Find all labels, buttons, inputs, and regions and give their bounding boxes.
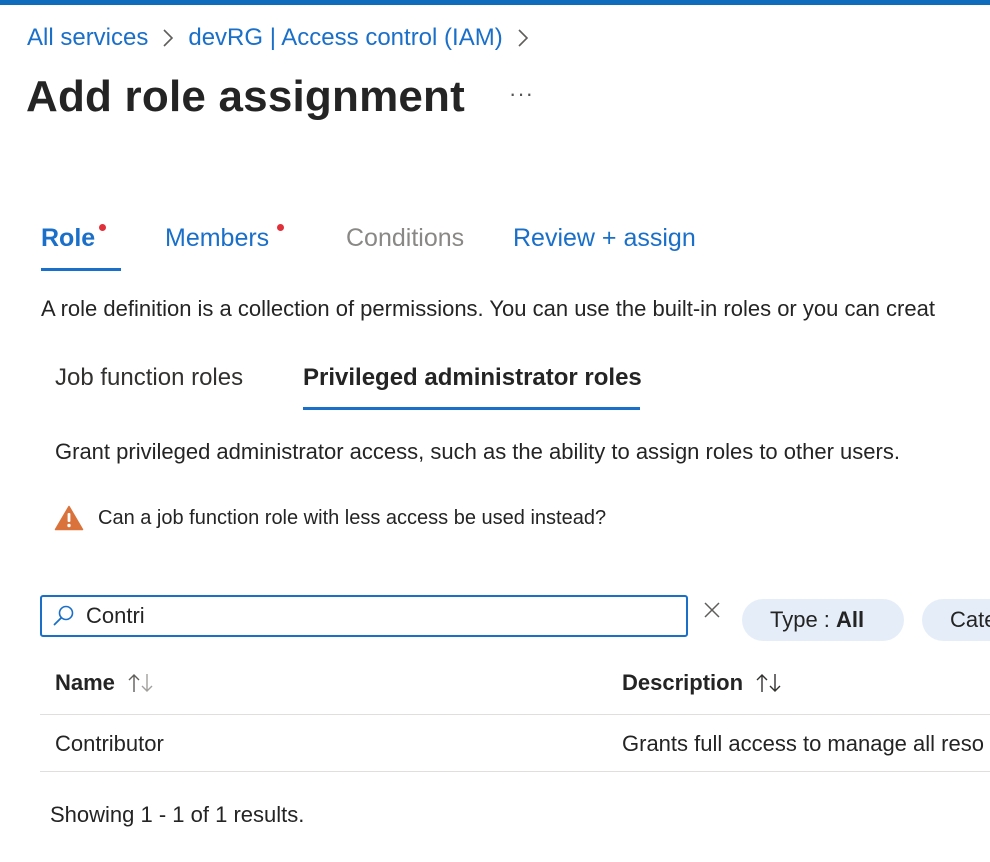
sort-icon [755,672,785,694]
results-count: Showing 1 - 1 of 1 results. [50,802,305,827]
column-header-name-label: Name [55,670,115,695]
tab-role[interactable]: Role [41,224,106,253]
roles-table-header: Name Description [40,662,990,715]
role-definition-intro: A role definition is a collection of per… [41,296,935,321]
warning-icon [54,505,84,531]
column-header-name[interactable]: Name [55,670,157,696]
required-dot [277,224,284,231]
clear-search-icon[interactable] [702,600,722,625]
type-filter-value: All [836,607,865,632]
wizard-tabs: Role Members Conditions Review + assign [41,224,741,274]
table-row[interactable]: Contributor Grants full access to manage… [40,715,990,772]
role-search-box[interactable] [40,595,688,637]
chevron-right-icon [162,28,174,48]
column-header-description-label: Description [622,670,744,695]
tab-members-label: Members [165,224,270,252]
breadcrumb-devrg-iam[interactable]: devRG | Access control (IAM) [188,24,502,52]
type-filter-label: Type : [770,607,837,632]
warning-message: Can a job function role with less access… [54,505,606,531]
tab-privileged-admin-roles[interactable]: Privileged administrator roles [303,364,642,392]
tab-review-assign-label: Review + assign [513,224,696,252]
cell-role-description: Grants full access to manage all reso [622,731,984,756]
type-filter-pill[interactable]: Type : All [742,599,904,641]
category-filter-label: Cate [950,607,990,632]
category-filter-pill[interactable]: Cate [922,599,990,641]
search-input[interactable] [84,602,668,630]
search-icon [52,604,76,628]
chevron-right-icon [517,28,529,48]
tab-review-assign[interactable]: Review + assign [513,224,696,253]
tab-role-underline [41,268,121,271]
tab-conditions[interactable]: Conditions [346,224,464,253]
more-options-button[interactable]: ··· [509,81,534,107]
sort-icon [127,672,157,694]
tab-role-label: Role [41,224,96,252]
tab-job-function-roles[interactable]: Job function roles [55,364,243,392]
breadcrumb: All services devRG | Access control (IAM… [27,24,529,52]
title-row: Add role assignment ··· [26,72,534,122]
warning-text: Can a job function role with less access… [98,506,607,529]
column-header-description[interactable]: Description [622,670,785,696]
breadcrumb-all-services[interactable]: All services [27,24,148,52]
top-accent-bar [0,0,990,5]
tab-members[interactable]: Members [165,224,284,253]
page-title: Add role assignment [26,72,465,121]
cell-role-name: Contributor [55,731,164,756]
role-type-tabs: Job function roles Privileged administra… [55,364,755,414]
privileged-description: Grant privileged administrator access, s… [55,439,900,464]
subtab-underline [303,407,640,410]
tab-conditions-label: Conditions [346,224,465,252]
required-dot [99,224,106,231]
